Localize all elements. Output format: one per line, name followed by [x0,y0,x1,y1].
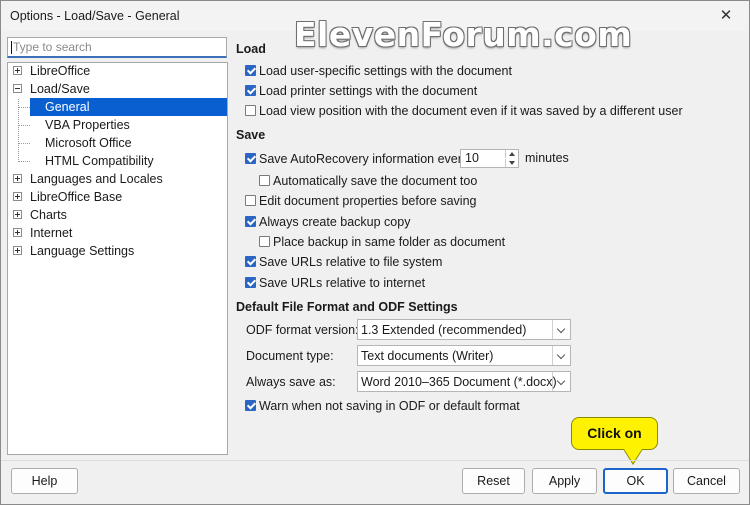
tree-item-label: Load/Save [30,82,90,96]
tree-item-internet[interactable]: Internet [8,224,227,242]
checkbox-box[interactable] [245,65,256,76]
button-separator [1,460,749,461]
expand-plus-icon[interactable] [13,210,22,219]
minutes-label: minutes [525,151,569,165]
tree-item-language-settings[interactable]: Language Settings [8,242,227,260]
ok-button[interactable]: OK [603,468,668,494]
document-type-label: Document type: [246,349,334,363]
select-value: Word 2010–365 Document (*.docx) [361,375,557,389]
search-placeholder: Type to search [13,40,92,54]
checkbox-box[interactable] [245,256,256,267]
tree-item-label: Languages and Locales [30,172,163,186]
checkbox-box[interactable] [245,216,256,227]
checkbox-box[interactable] [259,236,270,247]
checkbox-label: Always create backup copy [259,215,411,229]
expand-plus-icon[interactable] [13,192,22,201]
expand-plus-icon[interactable] [13,66,22,75]
tree-item-general[interactable]: General [30,98,227,116]
chevron-down-icon[interactable] [552,372,570,391]
click-on-callout: Click on [571,417,658,450]
checkbox-box[interactable] [245,85,256,96]
tree-item-label: LibreOffice Base [30,190,123,204]
tree-item-html-compatibility[interactable]: HTML Compatibility [8,152,227,170]
checkbox-box[interactable] [245,400,256,411]
tree-item-microsoft-office[interactable]: Microsoft Office [8,134,227,152]
text-caret [11,41,12,55]
checkbox-box[interactable] [245,277,256,288]
tree-item-vba-properties[interactable]: VBA Properties [8,116,227,134]
checkbox-label: Load user-specific settings with the doc… [259,64,512,78]
spinner-value: 10 [465,151,479,165]
chevron-down-icon[interactable] [552,320,570,339]
tree-item-charts[interactable]: Charts [8,206,227,224]
always-save-as-select[interactable]: Word 2010–365 Document (*.docx) [357,371,571,392]
close-icon[interactable]: ✕ [717,7,735,25]
select-value: Text documents (Writer) [361,349,494,363]
cancel-button[interactable]: Cancel [673,468,740,494]
checkbox-label: Place backup in same folder as document [273,235,506,249]
watermark: ElevenForum.com [294,15,633,54]
options-tree[interactable]: LibreOffice Load/Save General VBA Proper… [7,62,228,455]
collapse-minus-icon[interactable] [13,84,22,93]
checkbox-label: Load view position with the document eve… [259,104,683,118]
expand-plus-icon[interactable] [13,174,22,183]
tree-item-label: HTML Compatibility [45,154,154,168]
apply-button[interactable]: Apply [532,468,597,494]
odf-version-select[interactable]: 1.3 Extended (recommended) [357,319,571,340]
spin-up-icon[interactable] [505,150,518,158]
odf-version-label: ODF format version: [246,323,359,337]
checkbox-box[interactable] [245,105,256,116]
tree-item-label: Language Settings [30,244,135,258]
search-input[interactable]: Type to search [7,37,227,58]
tree-item-languages-and-locales[interactable]: Languages and Locales [8,170,227,188]
checkbox-label: Automatically save the document too [273,174,478,188]
checkbox-label: Save AutoRecovery information every: [259,152,472,166]
tree-connector [18,107,30,108]
help-button[interactable]: Help [11,468,78,494]
tree-item-libreoffice[interactable]: LibreOffice [8,62,227,80]
tree-item-label: General [45,100,90,114]
tree-item-label: Internet [30,226,73,240]
tree-item-label: Charts [30,208,67,222]
options-dialog: Options - Load/Save - General ✕ ElevenFo… [0,0,750,505]
checkbox-box[interactable] [245,153,256,164]
tree-item-libreoffice-base[interactable]: LibreOffice Base [8,188,227,206]
expand-plus-icon[interactable] [13,246,22,255]
tree-item-label: Microsoft Office [45,136,132,150]
reset-button[interactable]: Reset [462,468,525,494]
document-type-select[interactable]: Text documents (Writer) [357,345,571,366]
load-heading: Load [236,42,266,56]
checkbox-label: Save URLs relative to internet [259,276,426,290]
checkbox-label: Warn when not saving in ODF or default f… [259,399,520,413]
checkbox-box[interactable] [259,175,270,186]
tree-item-label: VBA Properties [45,118,130,132]
select-value: 1.3 Extended (recommended) [361,323,527,337]
checkbox-label: Save URLs relative to file system [259,255,443,269]
spin-down-icon[interactable] [505,159,518,167]
save-heading: Save [236,128,266,142]
checkbox-label: Edit document properties before saving [259,194,477,208]
expand-plus-icon[interactable] [13,228,22,237]
checkbox-box[interactable] [245,195,256,206]
file-format-heading: Default File Format and ODF Settings [236,300,458,314]
checkbox-label: Load printer settings with the document [259,84,478,98]
tree-item-label: LibreOffice [30,64,91,78]
window-title: Options - Load/Save - General [10,9,180,23]
autorecovery-minutes-spinner[interactable]: 10 [460,149,519,168]
tree-item-load-save[interactable]: Load/Save [8,80,227,98]
chevron-down-icon[interactable] [552,346,570,365]
always-save-as-label: Always save as: [246,375,336,389]
